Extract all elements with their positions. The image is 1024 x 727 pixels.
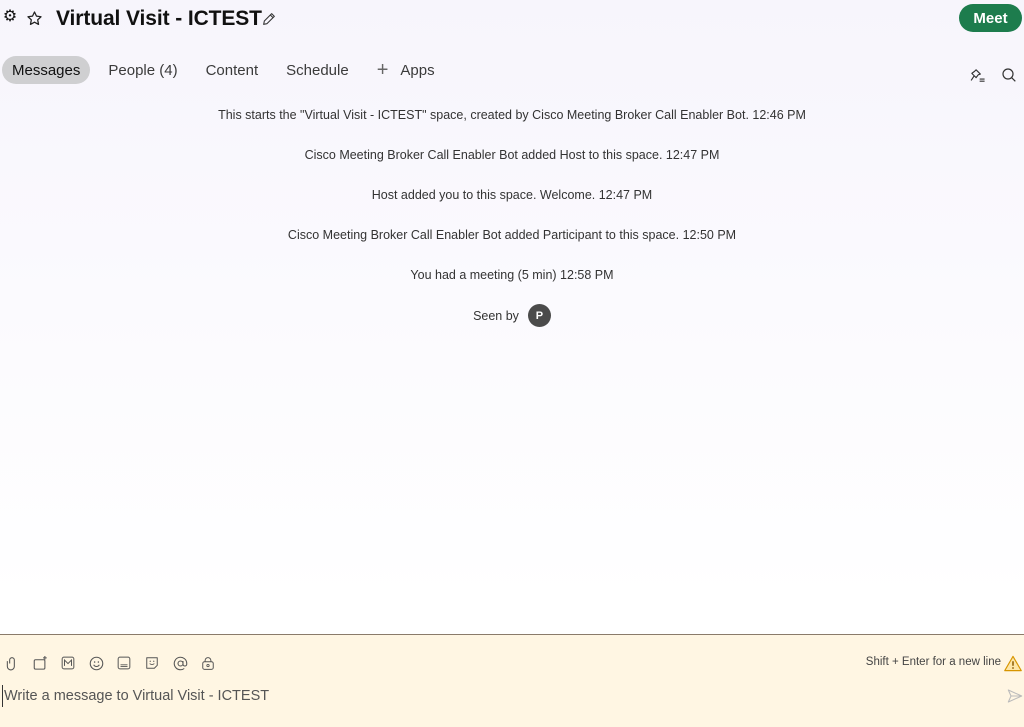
tab-label: Apps (400, 61, 435, 79)
read-receipt: Seen by P (0, 304, 1024, 327)
tab-content[interactable]: Content (196, 56, 269, 84)
tab-label: Content (205, 61, 259, 79)
attach-icon[interactable] (4, 655, 20, 671)
tab-apps[interactable]: + Apps (367, 56, 445, 84)
secure-icon[interactable] (200, 655, 216, 671)
plus-icon: + (376, 58, 389, 81)
tab-schedule[interactable]: Schedule (276, 56, 359, 84)
space-header: ⚙ Virtual Visit - ICTEST Meet (0, 0, 1024, 38)
new-line-hint: Shift + Enter for a new line (865, 656, 1001, 668)
tab-label: People (4) (108, 61, 178, 79)
markdown-icon[interactable] (60, 655, 76, 671)
tab-people[interactable]: People (4) (98, 56, 187, 84)
activity-item: Cisco Meeting Broker Call Enabler Bot ad… (304, 148, 720, 162)
search-icon[interactable] (1000, 66, 1018, 84)
avatar[interactable]: P (527, 304, 551, 327)
seen-by-label: Seen by (473, 308, 519, 323)
tab-messages[interactable]: Messages (2, 56, 91, 84)
message-input[interactable] (2, 685, 992, 707)
message-composer: Shift + Enter for a new line (0, 634, 1024, 727)
activity-item: You had a meeting (5 min) 12:58 PM (410, 268, 614, 282)
emoji-icon[interactable] (88, 655, 104, 671)
send-icon[interactable] (1006, 687, 1024, 705)
activity-item: This starts the "Virtual Visit - ICTEST"… (218, 108, 806, 122)
space-title: Virtual Visit - ICTEST (56, 7, 262, 30)
space-tabs: Messages People (4) Content Schedule + Ap… (2, 56, 453, 84)
activity-feed: This starts the "Virtual Visit - ICTEST"… (0, 100, 1024, 300)
tab-label: Messages (12, 61, 81, 79)
activity-item: Host added you to this space. Welcome. 1… (371, 188, 653, 202)
star-icon[interactable] (25, 9, 43, 27)
warning-icon[interactable] (1004, 654, 1022, 672)
gear-icon[interactable]: ⚙ (2, 9, 18, 25)
composer-toolbar (4, 655, 228, 671)
share-screenshot-icon[interactable] (32, 655, 48, 671)
tab-label: Schedule (286, 61, 349, 79)
pinned-messages-icon[interactable] (968, 66, 986, 84)
mention-icon[interactable] (172, 655, 188, 671)
gif-icon[interactable] (116, 655, 132, 671)
meet-button[interactable]: Meet (959, 4, 1022, 32)
pencil-icon[interactable] (260, 10, 278, 28)
sticker-icon[interactable] (144, 655, 160, 671)
activity-item: Cisco Meeting Broker Call Enabler Bot ad… (287, 228, 737, 242)
